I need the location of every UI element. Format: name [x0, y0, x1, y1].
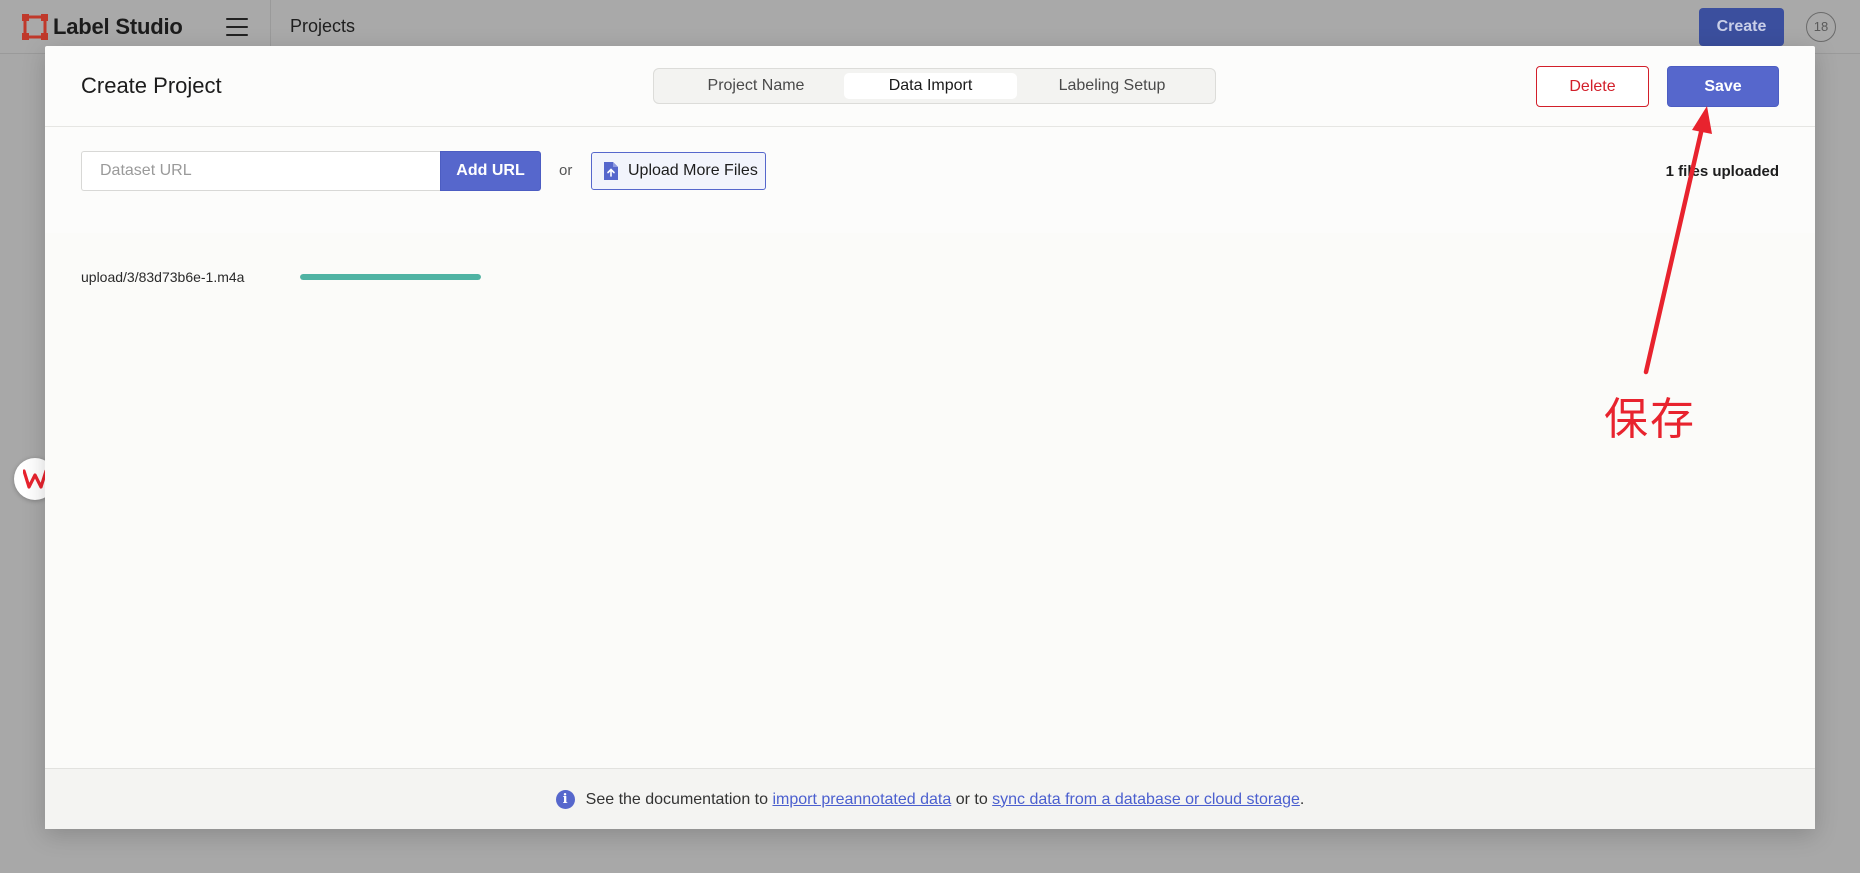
upload-progress-fill: [300, 274, 481, 280]
breadcrumb[interactable]: Projects: [290, 16, 355, 37]
create-button[interactable]: Create: [1699, 8, 1784, 46]
file-name: upload/3/83d73b6e-1.m4a: [81, 269, 245, 285]
files-uploaded-count: 1 files uploaded: [1665, 163, 1779, 180]
info-icon: i: [555, 790, 575, 809]
footer-prefix-text: See the documentation to: [585, 790, 773, 808]
footer-suffix-text: .: [1299, 790, 1305, 808]
annotation-label: 保存: [1604, 394, 1696, 445]
dataset-url-input[interactable]: [81, 151, 440, 191]
tab-data-import[interactable]: Data Import: [844, 73, 1017, 99]
upload-more-files-button[interactable]: Upload More Files: [591, 152, 766, 190]
create-project-modal: Create Project Project Name Data Import …: [45, 46, 1815, 829]
app-name[interactable]: Label Studio: [53, 14, 183, 40]
sync-data-storage-link[interactable]: sync data from a database or cloud stora…: [992, 791, 1300, 809]
import-preannotated-data-link[interactable]: import preannotated data: [772, 791, 951, 809]
avatar[interactable]: 18: [1806, 12, 1836, 42]
delete-button[interactable]: Delete: [1536, 66, 1649, 107]
or-separator: or: [559, 162, 573, 179]
modal-header: Create Project Project Name Data Import …: [45, 46, 1815, 127]
modal-footer: i See the documentation to import preann…: [45, 768, 1815, 829]
modal-title: Create Project: [81, 73, 222, 98]
uploaded-files-list: upload/3/83d73b6e-1.m4a: [45, 233, 1815, 768]
upload-progress-bar: [300, 274, 481, 280]
footer-middle-text: or to: [951, 790, 993, 808]
project-steps-tabs: Project Name Data Import Labeling Setup: [653, 68, 1216, 104]
documentation-note: i See the documentation to import preann…: [45, 769, 1815, 830]
file-upload-icon: [604, 162, 618, 180]
import-toolbar: Add URL or Upload More Files 1 files upl…: [45, 128, 1815, 233]
tab-project-name[interactable]: Project Name: [670, 73, 842, 99]
upload-more-files-label: Upload More Files: [628, 162, 758, 179]
save-button[interactable]: Save: [1667, 66, 1779, 107]
wps-logo-icon: [23, 469, 47, 489]
label-studio-logo-icon[interactable]: [22, 14, 48, 40]
hamburger-menu-icon[interactable]: [226, 18, 248, 36]
tab-labeling-setup[interactable]: Labeling Setup: [1022, 73, 1202, 99]
add-url-button[interactable]: Add URL: [440, 151, 541, 191]
